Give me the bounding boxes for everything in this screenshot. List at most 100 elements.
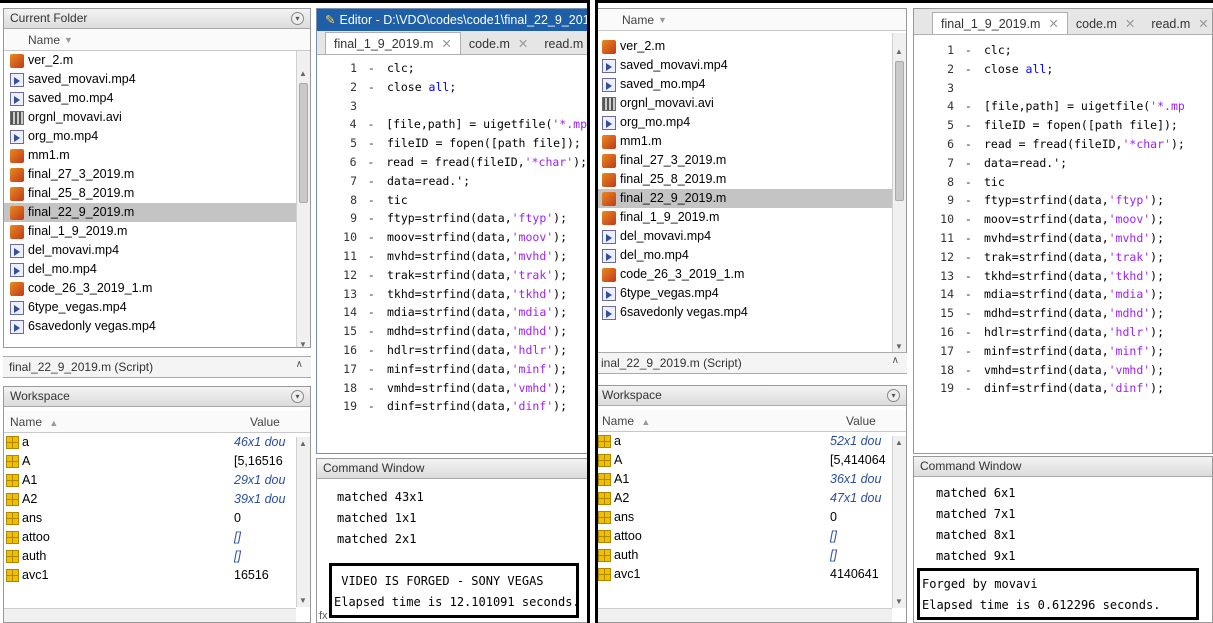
file-item[interactable]: final_1_9_2019.m bbox=[596, 208, 906, 227]
file-item[interactable]: final_27_3_2019.m bbox=[596, 151, 906, 170]
breakpoint-marker[interactable]: - bbox=[361, 341, 387, 360]
ws-value-header[interactable]: Value bbox=[846, 414, 906, 428]
breakpoint-marker[interactable]: - bbox=[958, 135, 984, 154]
breakpoint-marker[interactable]: - bbox=[958, 173, 984, 192]
breakpoint-marker[interactable]: - bbox=[958, 229, 984, 248]
tab-read[interactable]: read.m✕ bbox=[1143, 13, 1212, 34]
file-item[interactable]: final_1_9_2019.m bbox=[4, 222, 310, 241]
breakpoint-marker[interactable]: - bbox=[361, 59, 387, 78]
name-column-header[interactable]: Name ▼ bbox=[596, 9, 906, 31]
file-item[interactable]: 6type_vegas.mp4 bbox=[4, 298, 310, 317]
workspace-row[interactable]: attoo[] bbox=[596, 527, 890, 546]
breakpoint-marker[interactable]: - bbox=[361, 78, 387, 97]
workspace-row[interactable]: A1 36x1 dou bbox=[596, 470, 890, 489]
workspace-row[interactable]: avc1 16516 bbox=[4, 566, 294, 585]
workspace-row[interactable]: A2 47x1 dou bbox=[596, 489, 890, 508]
breakpoint-marker[interactable]: - bbox=[958, 191, 984, 210]
scroll-up-icon[interactable]: ▲ bbox=[895, 47, 903, 56]
file-item[interactable]: del_mo.mp4 bbox=[4, 260, 310, 279]
workspace-row[interactable]: ans 0 bbox=[4, 509, 294, 528]
breakpoint-marker[interactable]: - bbox=[958, 361, 984, 380]
scroll-up-icon[interactable]: ▲ bbox=[299, 439, 307, 448]
breakpoint-marker[interactable]: - bbox=[958, 248, 984, 267]
file-item[interactable]: org_mo.mp4 bbox=[4, 127, 310, 146]
file-detail-bar[interactable]: inal_22_9_2019.m (Script) ∧ bbox=[595, 352, 907, 374]
breakpoint-marker[interactable]: - bbox=[958, 304, 984, 323]
file-item[interactable]: saved_mo.mp4 bbox=[596, 75, 906, 94]
tab-final-1-9[interactable]: final_1_9_2019.m ✕ bbox=[325, 32, 461, 54]
scroll-down-icon[interactable]: ▼ bbox=[299, 596, 307, 605]
breakpoint-marker[interactable]: - bbox=[958, 342, 984, 361]
file-item[interactable]: ver_2.m bbox=[596, 37, 906, 56]
file-item[interactable]: ver_2.m bbox=[4, 51, 310, 70]
breakpoint-marker[interactable]: - bbox=[361, 285, 387, 304]
breakpoint-marker[interactable]: - bbox=[361, 209, 387, 228]
breakpoint-marker[interactable]: - bbox=[958, 154, 984, 173]
expand-icon[interactable]: ∧ bbox=[892, 355, 899, 366]
tab-final-1-9[interactable]: final_1_9_2019.m ✕ bbox=[932, 12, 1068, 34]
command-output[interactable]: matched 6x1 matched 7x1 matched 8x1 matc… bbox=[914, 477, 1212, 567]
breakpoint-marker[interactable]: - bbox=[958, 323, 984, 342]
breakpoint-marker[interactable]: - bbox=[361, 115, 387, 134]
command-output[interactable]: matched 43x1 matched 1x1 matched 2x1 bbox=[317, 479, 587, 550]
breakpoint-marker[interactable]: - bbox=[361, 266, 387, 285]
file-item[interactable]: saved_mo.mp4 bbox=[4, 89, 310, 108]
breakpoint-marker[interactable] bbox=[958, 79, 984, 98]
breakpoint-marker[interactable]: - bbox=[361, 247, 387, 266]
breakpoint-marker[interactable]: - bbox=[958, 116, 984, 135]
workspace-row[interactable]: ans 0 bbox=[596, 508, 890, 527]
workspace-row[interactable]: auth[] bbox=[596, 546, 890, 565]
file-item[interactable]: final_27_3_2019.m bbox=[4, 165, 310, 184]
breakpoint-marker[interactable]: - bbox=[958, 97, 984, 116]
breakpoint-marker[interactable]: - bbox=[361, 153, 387, 172]
breakpoint-marker[interactable]: - bbox=[361, 228, 387, 247]
file-item[interactable]: code_26_3_2019_1.m bbox=[4, 279, 310, 298]
workspace-row[interactable]: A2 39x1 dou bbox=[4, 490, 294, 509]
scrollbar-thumb[interactable] bbox=[895, 61, 904, 201]
ws-name-header[interactable]: Name ▲ bbox=[602, 414, 846, 428]
file-item[interactable]: 6savedonly vegas.mp4 bbox=[596, 303, 906, 322]
ws-horizontal-scrollbar[interactable] bbox=[4, 608, 296, 622]
file-item[interactable]: saved_movavi.mp4 bbox=[4, 70, 310, 89]
breakpoint-marker[interactable]: - bbox=[361, 397, 387, 416]
breakpoint-marker[interactable]: - bbox=[361, 172, 387, 191]
workspace-row[interactable]: avc1 4140641 bbox=[596, 565, 890, 584]
tab-code[interactable]: code.m ✕ bbox=[461, 33, 536, 54]
vertical-scrollbar[interactable]: ▲ ▼ bbox=[892, 33, 906, 352]
file-item[interactable]: mm1.m bbox=[596, 132, 906, 151]
panel-menu-icon[interactable]: ▾ bbox=[887, 389, 900, 402]
breakpoint-marker[interactable]: - bbox=[361, 303, 387, 322]
panel-menu-icon[interactable]: ▾ bbox=[291, 390, 304, 403]
breakpoint-marker[interactable]: - bbox=[958, 285, 984, 304]
breakpoint-marker[interactable]: - bbox=[958, 41, 984, 60]
code-editor[interactable]: 1 - clc; 2 - close all; 3 4 - [file,path] = ui… bbox=[317, 55, 587, 416]
workspace-row[interactable]: A [5,16516 bbox=[4, 452, 294, 471]
file-item[interactable]: del_movavi.mp4 bbox=[4, 241, 310, 260]
breakpoint-marker[interactable]: - bbox=[958, 267, 984, 286]
file-item[interactable]: 6type_vegas.mp4 bbox=[596, 284, 906, 303]
file-item[interactable]: final_22_9_2019.m bbox=[596, 189, 906, 208]
file-item[interactable]: final_25_8_2019.m bbox=[4, 184, 310, 203]
file-item[interactable]: final_25_8_2019.m bbox=[596, 170, 906, 189]
panel-menu-icon[interactable]: ▾ bbox=[291, 12, 304, 25]
file-item[interactable]: mm1.m bbox=[4, 146, 310, 165]
file-item[interactable]: code_26_3_2019_1.m bbox=[596, 265, 906, 284]
ws-scrollbar[interactable]: ▲ ▼ bbox=[296, 437, 310, 607]
file-item[interactable]: del_movavi.mp4 bbox=[596, 227, 906, 246]
scroll-down-icon[interactable]: ▼ bbox=[895, 342, 903, 351]
tab-read[interactable]: read.m✕ bbox=[536, 33, 587, 54]
workspace-row[interactable]: a 52x1 dou bbox=[596, 432, 890, 451]
workspace-row[interactable]: a 46x1 dou bbox=[4, 433, 294, 452]
file-item[interactable]: final_22_9_2019.m bbox=[4, 203, 310, 222]
file-item[interactable]: org_mo.mp4 bbox=[596, 113, 906, 132]
breakpoint-marker[interactable]: - bbox=[361, 191, 387, 210]
workspace-row[interactable]: A [5,414064 bbox=[596, 451, 890, 470]
file-item[interactable]: orgnl_movavi.avi bbox=[4, 108, 310, 127]
workspace-row[interactable]: A1 29x1 dou bbox=[4, 471, 294, 490]
ws-name-header[interactable]: Name ▲ bbox=[10, 415, 250, 429]
expand-icon[interactable]: ∧ bbox=[296, 359, 303, 370]
ws-scrollbar[interactable]: ▲ ▼ bbox=[892, 436, 906, 608]
ws-value-header[interactable]: Value bbox=[250, 415, 310, 429]
scroll-up-icon[interactable]: ▲ bbox=[895, 438, 903, 447]
file-detail-bar[interactable]: final_22_9_2019.m (Script) ∧ bbox=[3, 356, 311, 378]
